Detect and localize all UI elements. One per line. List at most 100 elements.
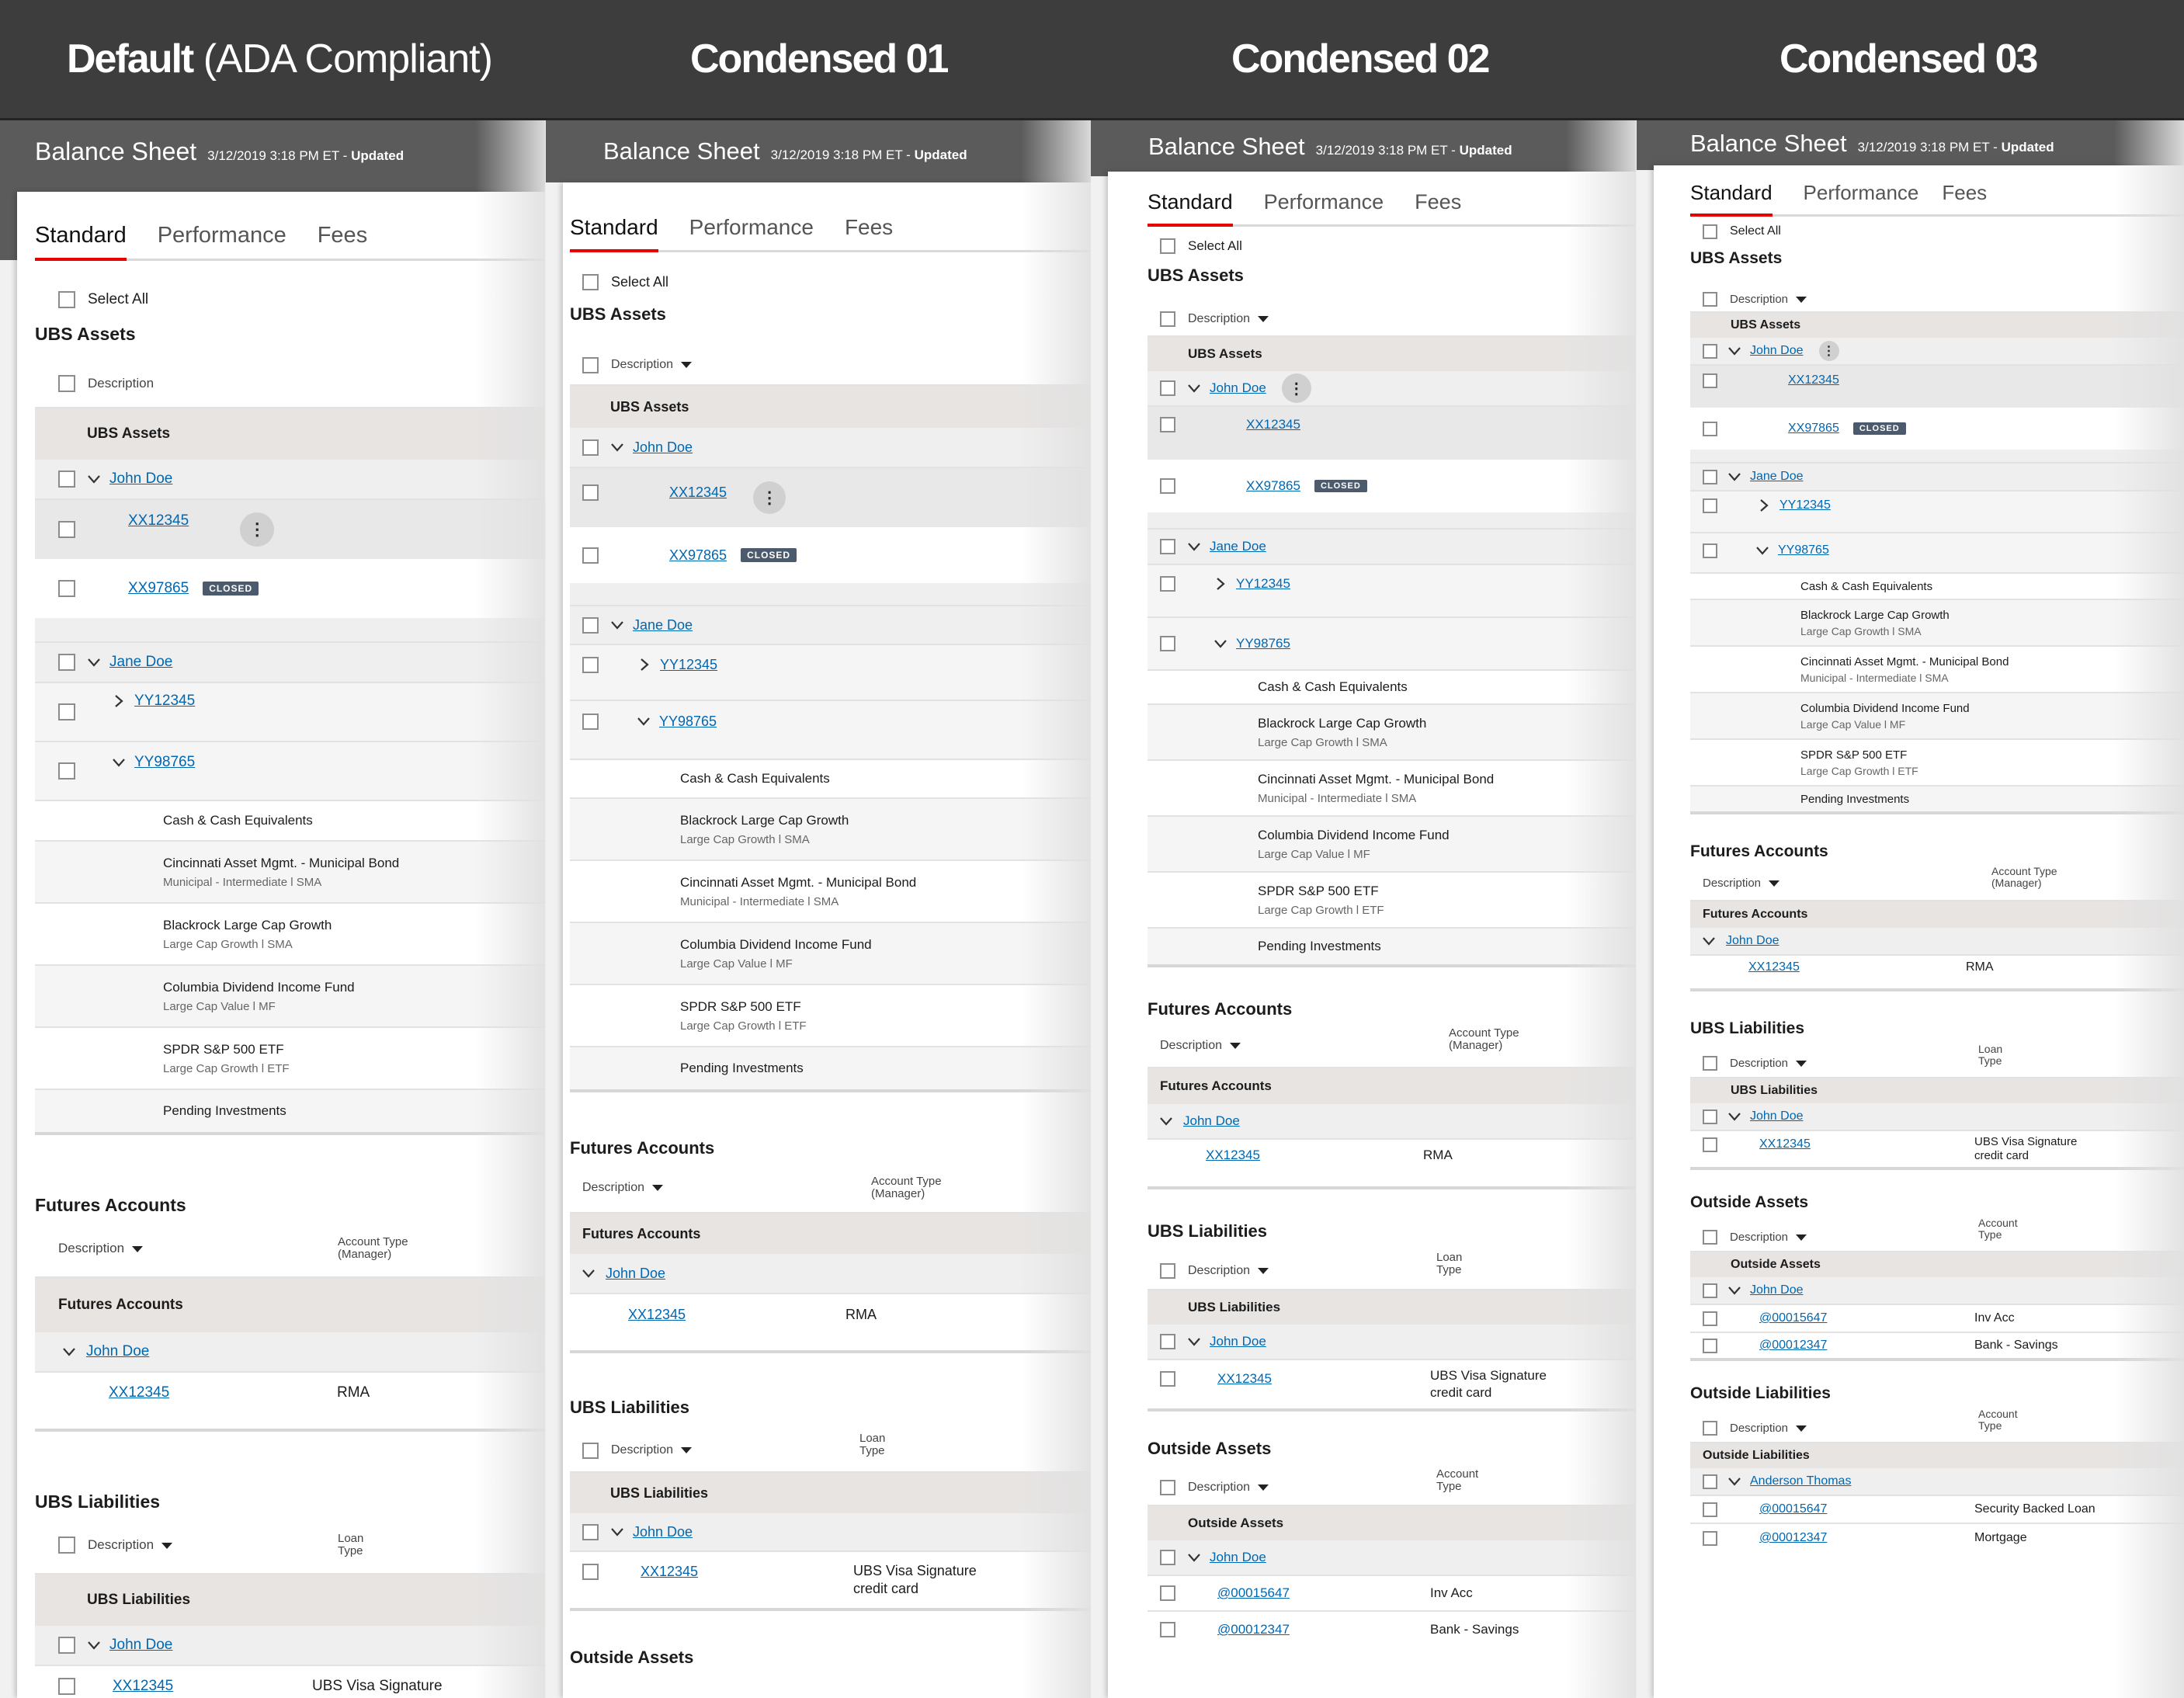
row-checkbox[interactable] (1703, 498, 1717, 513)
account-link[interactable]: @00012347 (1217, 1622, 1430, 1637)
account-link[interactable]: YY12345 (660, 657, 717, 673)
chevron-down-icon[interactable] (88, 658, 100, 667)
row-checkbox[interactable] (582, 1523, 599, 1540)
row-checkbox[interactable] (1703, 373, 1717, 388)
owner-row[interactable]: John Doe (35, 1626, 545, 1666)
account-link[interactable]: XX12345 (628, 1307, 845, 1323)
select-all-row[interactable]: Select All (35, 281, 545, 318)
account-link[interactable]: @00012347 (1759, 1339, 1974, 1352)
row-checkbox[interactable] (58, 521, 75, 538)
account-row[interactable]: XX12345 RMA (35, 1373, 545, 1432)
chevron-down-icon[interactable] (1728, 346, 1741, 356)
row-checkbox[interactable] (1703, 343, 1717, 359)
description-sort[interactable]: Description (582, 1181, 871, 1195)
row-checkbox[interactable] (1703, 1474, 1717, 1489)
tab-performance[interactable]: Performance (689, 215, 814, 250)
account-row[interactable]: @00015647 Inv Acc (1690, 1305, 2184, 1333)
chevron-down-icon[interactable] (1728, 472, 1741, 481)
chevron-down-icon[interactable] (1188, 1337, 1200, 1346)
chevron-down-icon[interactable] (63, 1347, 75, 1356)
account-row[interactable]: @00015647 Security Backed Loan (1690, 1496, 2184, 1524)
row-checkbox[interactable] (1160, 380, 1175, 396)
chevron-right-icon[interactable] (114, 695, 123, 707)
owner-link[interactable]: John Doe (1210, 1334, 1266, 1349)
header-checkbox[interactable] (1160, 1480, 1175, 1495)
owner-row[interactable]: John Doe (1148, 1540, 1636, 1576)
owner-link[interactable]: John Doe (1183, 1113, 1240, 1129)
account-link[interactable]: YY98765 (659, 714, 717, 730)
account-row[interactable]: YY98765 (570, 701, 1091, 760)
account-link[interactable]: YY98765 (1778, 543, 1829, 557)
row-checkbox[interactable] (582, 547, 599, 564)
owner-row[interactable]: John Doe (35, 1332, 545, 1373)
owner-row[interactable]: Anderson Thomas (1690, 1468, 2184, 1496)
account-link[interactable]: XX12345 (1748, 960, 1966, 974)
row-checkbox[interactable] (58, 703, 75, 721)
tab-standard[interactable]: Standard (35, 223, 127, 261)
row-checkbox[interactable] (58, 762, 75, 780)
chevron-down-icon[interactable] (88, 1641, 100, 1650)
chevron-down-icon[interactable] (1214, 639, 1227, 648)
description-sort[interactable]: Description (1188, 1264, 1436, 1278)
select-all-checkbox[interactable] (58, 291, 75, 308)
row-checkbox[interactable] (58, 471, 75, 488)
account-link[interactable]: XX97865 (128, 580, 189, 597)
account-link[interactable]: XX12345 (1217, 1371, 1430, 1387)
owner-row[interactable]: John Doe ⋮ (1690, 338, 2184, 366)
description-sort[interactable]: Description (1160, 1039, 1449, 1053)
header-checkbox[interactable] (1703, 291, 1717, 307)
row-checkbox[interactable] (58, 580, 75, 597)
account-link[interactable]: XX12345 (1206, 1148, 1423, 1163)
chevron-down-icon[interactable] (637, 717, 650, 726)
description-sort[interactable]: Description (1188, 1481, 1436, 1495)
account-row[interactable]: XX12345 UBS Visa Signature (35, 1666, 545, 1698)
owner-link[interactable]: John Doe (1750, 1109, 1804, 1123)
account-link[interactable]: @00012347 (1759, 1531, 1974, 1545)
chevron-down-icon[interactable] (1188, 1553, 1200, 1562)
row-checkbox[interactable] (1703, 1530, 1717, 1546)
chevron-down-icon[interactable] (1703, 936, 1715, 946)
owner-link[interactable]: John Doe (1210, 380, 1266, 396)
more-options-icon[interactable]: ⋮ (1818, 341, 1839, 361)
chevron-down-icon[interactable] (611, 620, 623, 630)
description-sort[interactable]: Description (1730, 293, 1807, 306)
account-link[interactable]: XX97865 (1246, 478, 1300, 494)
row-checkbox[interactable] (1703, 543, 1717, 558)
chevron-down-icon[interactable] (582, 1269, 595, 1278)
account-row[interactable]: XX97865 CLOSED (35, 559, 545, 618)
owner-link[interactable]: John Doe (633, 1524, 693, 1540)
row-checkbox[interactable] (582, 713, 599, 730)
owner-link[interactable]: John Doe (1210, 1550, 1266, 1565)
select-all-checkbox[interactable] (1703, 224, 1717, 239)
row-checkbox[interactable] (1703, 1502, 1717, 1517)
account-row[interactable]: YY98765 (1148, 618, 1636, 671)
account-row[interactable]: YY12345 (570, 645, 1091, 701)
chevron-down-icon[interactable] (1728, 1477, 1741, 1486)
tab-fees[interactable]: Fees (1942, 181, 1987, 214)
row-checkbox[interactable] (582, 656, 599, 673)
owner-link[interactable]: Anderson Thomas (1750, 1474, 1851, 1488)
header-checkbox[interactable] (582, 356, 599, 373)
account-link[interactable]: YY12345 (1779, 498, 1831, 512)
owner-row[interactable]: Jane Doe (1148, 530, 1636, 565)
row-checkbox[interactable] (1160, 417, 1175, 432)
account-link[interactable]: XX12345 (128, 512, 189, 530)
account-row[interactable]: XX12345 (1690, 366, 2184, 408)
select-all-row[interactable]: Select All (1690, 218, 2184, 245)
more-options-icon[interactable]: ⋮ (1281, 373, 1311, 403)
owner-row[interactable]: John Doe (35, 460, 545, 500)
row-checkbox[interactable] (582, 1563, 599, 1580)
select-all-row[interactable]: Select All (1148, 231, 1636, 261)
select-all-checkbox[interactable] (1160, 238, 1175, 254)
owner-row[interactable]: John Doe (1148, 1325, 1636, 1360)
account-row[interactable]: XX12345 RMA (1690, 956, 2184, 991)
row-checkbox[interactable] (582, 439, 599, 456)
tab-standard[interactable]: Standard (570, 215, 658, 252)
account-row[interactable]: XX12345 UBS Visa Signature credit card (1148, 1360, 1636, 1412)
chevron-down-icon[interactable] (1160, 1116, 1172, 1126)
tab-fees[interactable]: Fees (1415, 190, 1461, 224)
row-checkbox[interactable] (1703, 1338, 1717, 1353)
row-checkbox[interactable] (1703, 1311, 1717, 1326)
chevron-down-icon[interactable] (1728, 1286, 1741, 1295)
tab-performance[interactable]: Performance (1264, 190, 1384, 224)
